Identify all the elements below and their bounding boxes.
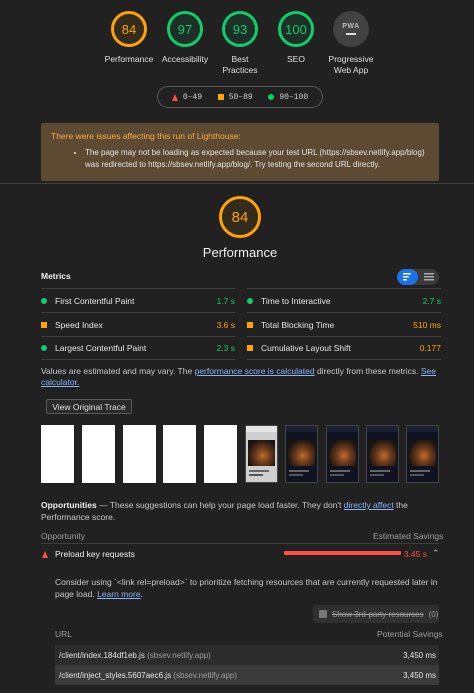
lighthouse-warning: There were issues affecting this run of … (41, 123, 439, 181)
pwa-badge[interactable]: PWA (333, 11, 369, 47)
metric-name: First Contentful Paint (55, 295, 135, 306)
performance-score: 84 (231, 208, 249, 226)
metric-name: Total Blocking Time (261, 319, 335, 330)
filmstrip-frame (41, 425, 74, 483)
learn-more-link[interactable]: Learn more (97, 589, 140, 599)
table-row: /client/inject_styles.5607aec6.js (sbsev… (55, 665, 439, 685)
filmstrip-frame (123, 425, 156, 483)
fail-triangle-icon (171, 93, 178, 101)
url-column-header: URL (55, 629, 73, 639)
audit-savings: 3.45 s (403, 549, 427, 559)
estimated-savings-column-header: Estimated Savings (373, 531, 444, 541)
fail-triangle-icon (42, 551, 48, 558)
pass-circle-icon (41, 297, 47, 304)
score-label-pwa: Progressive Web App (328, 54, 374, 75)
resource-savings: 3,450 ms (403, 650, 436, 660)
metric-value: 510 ms (413, 319, 441, 330)
filmstrip-frame (204, 425, 237, 483)
audit-preload-key-requests[interactable]: Preload key requests 3.45 s ⌃ (41, 543, 440, 571)
view-original-trace-button[interactable]: View Original Trace (46, 399, 132, 414)
table-row: /client/index.184df1eb.js (sbsev.netlify… (55, 645, 439, 665)
warning-item: The page may not be loading as expected … (85, 147, 429, 171)
third-party-filter[interactable]: Show 3rd-party resources (0) (313, 605, 439, 623)
metrics-note: Values are estimated and may vary. The p… (41, 366, 436, 387)
pass-circle-icon (268, 94, 275, 100)
pwa-icon: PWA (342, 23, 360, 30)
metric-name: Speed Index (55, 319, 103, 330)
potential-savings-column-header: Potential Savings (377, 629, 443, 639)
directly-affect-link[interactable]: directly affect (344, 500, 394, 510)
filmstrip-frame (245, 425, 278, 483)
metric-first-contentful-paint: First Contentful Paint 1.7 s (41, 288, 235, 312)
metric-time-to-interactive: Time to Interactive 2.7 s (247, 288, 441, 312)
third-party-label: Show 3rd-party resources (332, 609, 424, 619)
score-value: 100 (285, 21, 307, 37)
pass-circle-icon (247, 297, 253, 304)
resource-host: (sbsev.netlify.app) (147, 650, 211, 660)
score-legend: 0–49 50–89 90–100 (157, 86, 323, 108)
score-value: 93 (232, 21, 248, 37)
warning-title: There were issues affecting this run of … (51, 131, 241, 141)
third-party-count: (0) (428, 609, 439, 619)
metric-name: Time to Interactive (261, 295, 331, 306)
average-square-icon (41, 321, 47, 328)
section-divider (0, 183, 474, 184)
metric-name: Cumulative Layout Shift (261, 343, 351, 353)
score-gauge-accessibility[interactable]: 97 (167, 11, 203, 47)
filmstrip-frame (285, 425, 318, 483)
metric-speed-index: Speed Index 3.6 s (41, 312, 235, 336)
average-square-icon (217, 94, 224, 100)
metric-value: 1.7 s (216, 295, 235, 306)
pwa-dash (346, 33, 356, 35)
score-gauge-seo[interactable]: 100 (278, 11, 314, 47)
audit-description: Consider using `<link rel=preload>` to p… (55, 577, 438, 599)
legend-average: 50–89 (217, 93, 253, 102)
score-gauge-best-practices[interactable]: 93 (222, 11, 258, 47)
score-label-best-practices: Best Practices (222, 54, 258, 75)
metric-value: 2.7 s (422, 295, 441, 306)
average-square-icon (247, 321, 253, 328)
filmstrip-frame (326, 425, 359, 483)
filmstrip-frame (406, 425, 439, 483)
score-value: 84 (121, 21, 137, 37)
metric-total-blocking-time: Total Blocking Time 510 ms (247, 312, 441, 336)
performance-score-gauge: 84 (219, 196, 261, 238)
resource-savings: 3,450 ms (403, 670, 436, 680)
metric-value: 2.3 s (216, 343, 235, 353)
average-square-icon (247, 345, 253, 351)
score-gauge-performance[interactable]: 84 (111, 11, 147, 47)
score-value: 97 (177, 21, 193, 37)
metric-name: Largest Contentful Paint (55, 343, 147, 353)
category-title: Performance (202, 245, 278, 260)
score-label-accessibility: Accessibility (161, 54, 209, 64)
metric-value: 3.6 s (216, 319, 235, 330)
legend-fail: 0–49 (171, 93, 202, 102)
opportunity-column-header: Opportunity (41, 531, 85, 541)
score-calculation-link[interactable]: performance score is calculated (195, 366, 315, 376)
metrics-view-toggle[interactable] (397, 269, 439, 285)
resource-url[interactable]: /client/index.184df1eb.js (59, 651, 145, 660)
savings-bar (284, 551, 401, 555)
legend-pass: 90–100 (268, 93, 308, 102)
filmstrip-frame (82, 425, 115, 483)
audit-title: Preload key requests (55, 549, 135, 559)
resource-url[interactable]: /client/inject_styles.5607aec6.js (59, 671, 171, 680)
metric-value: 0.177 (419, 343, 441, 353)
expanded-view-icon[interactable] (418, 269, 439, 285)
chevron-up-icon[interactable]: ⌃ (432, 548, 440, 559)
compact-view-icon[interactable] (397, 269, 418, 285)
pass-circle-icon (41, 345, 47, 351)
filmstrip-frame (163, 425, 196, 483)
resource-host: (sbsev.netlify.app) (173, 670, 238, 680)
filmstrip-frame (366, 425, 399, 483)
metrics-heading: Metrics (41, 271, 71, 281)
checkbox[interactable] (319, 610, 327, 618)
metric-largest-contentful-paint: Largest Contentful Paint 2.3 s (41, 336, 235, 360)
metric-cumulative-layout-shift: Cumulative Layout Shift 0.177 (247, 336, 441, 360)
opportunities-heading: Opportunities — These suggestions can he… (41, 500, 408, 522)
